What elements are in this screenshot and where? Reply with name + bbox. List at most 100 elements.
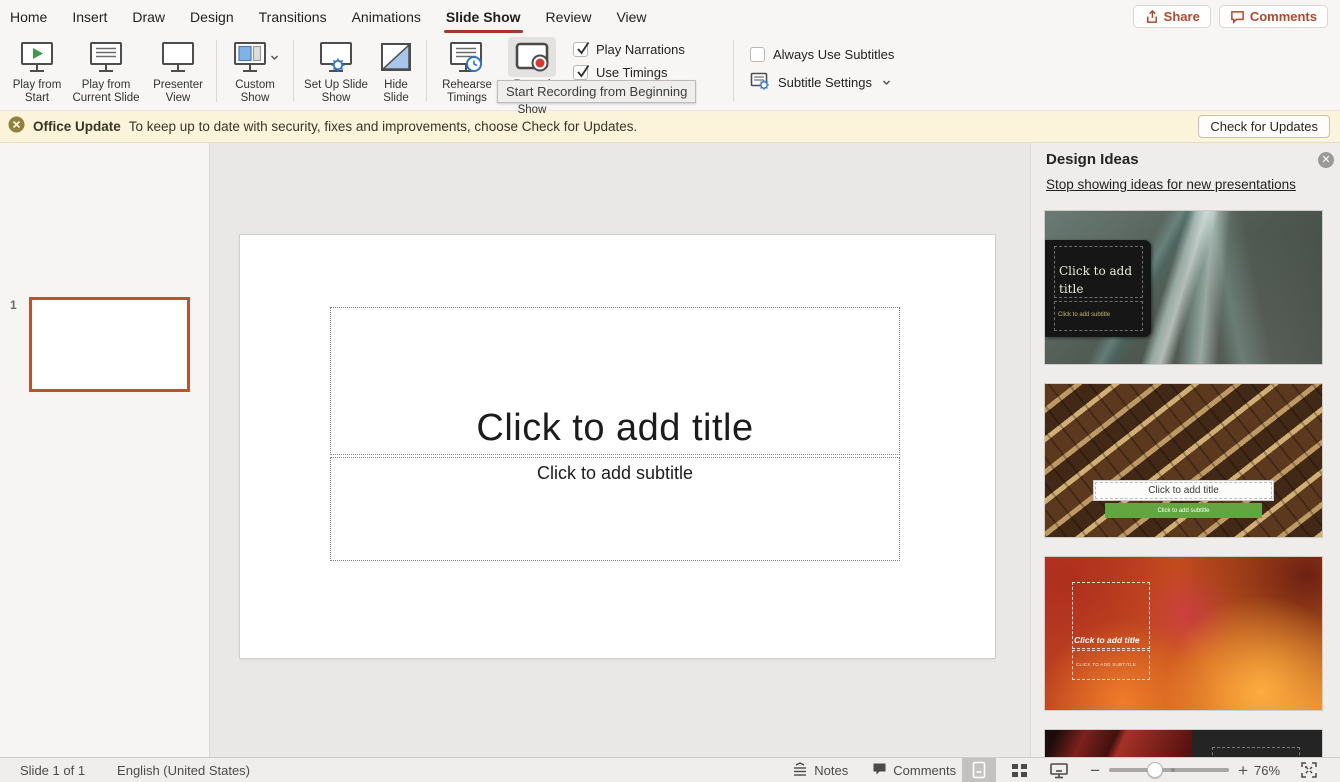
office-update-banner: Office Update To keep up to date with se…: [0, 110, 1340, 143]
hide-slide-icon: [372, 37, 420, 77]
subtitle-settings-label: Subtitle Settings: [778, 75, 872, 90]
subtitle-settings-icon: [750, 72, 770, 93]
design-thumb-subtitle-text: Click to add subtitle: [1105, 503, 1262, 518]
comments-toggle-button[interactable]: Comments: [872, 762, 956, 779]
always-use-subtitles-label: Always Use Subtitles: [773, 47, 894, 62]
play-narrations-checkbox[interactable]: Play Narrations: [573, 42, 723, 57]
zoom-in-button[interactable]: +: [1238, 762, 1248, 779]
comments-icon: [872, 762, 887, 779]
zoom-slider[interactable]: [1109, 768, 1229, 772]
title-placeholder[interactable]: Click to add title: [330, 307, 900, 455]
record-slide-show-button[interactable]: Record Slide Show: [504, 37, 560, 117]
design-thumb-subtitle-text: Click to add subtitle: [1058, 312, 1110, 318]
play-from-current-slide-icon: [82, 37, 130, 77]
design-thumbnail-orange-bokeh[interactable]: Click to add title CLICK TO ADD SUBTITLE: [1044, 556, 1323, 711]
play-from-start-button[interactable]: Play from Start: [11, 37, 63, 104]
slide-indicator: Slide 1 of 1: [20, 763, 85, 778]
check-for-updates-button[interactable]: Check for Updates: [1198, 115, 1330, 138]
comments-button[interactable]: Comments: [1219, 5, 1328, 28]
title-placeholder-text: Click to add title: [476, 407, 753, 450]
design-thumbnail-dark-red-geometric[interactable]: [1044, 729, 1323, 757]
design-ideas-title: Design Ideas: [1046, 151, 1139, 168]
zoom-out-button[interactable]: −: [1090, 762, 1100, 779]
tab-design[interactable]: Design: [190, 0, 234, 33]
presenter-view-icon: [154, 37, 202, 77]
notes-button[interactable]: Notes: [792, 762, 848, 779]
tab-animations[interactable]: Animations: [352, 0, 421, 33]
design-thumb-title-text: Click to add title: [1074, 635, 1140, 645]
slide-1-thumbnail[interactable]: [29, 297, 190, 392]
comments-toggle-label: Comments: [893, 763, 956, 778]
slide-thumbnail-panel: 1: [0, 143, 210, 757]
tab-transitions[interactable]: Transitions: [259, 0, 327, 33]
ribbon-tabs: Home Insert Draw Design Transitions Anim…: [10, 0, 647, 33]
use-timings-checkbox[interactable]: Use Timings: [573, 65, 723, 80]
stop-showing-ideas-link[interactable]: Stop showing ideas for new presentations: [1046, 177, 1296, 192]
share-icon: [1144, 9, 1159, 24]
tab-review[interactable]: Review: [546, 0, 592, 33]
normal-view-icon: [970, 761, 988, 779]
share-label: Share: [1164, 9, 1200, 24]
ribbon-separator: [733, 40, 734, 102]
hide-slide-button[interactable]: Hide Slide: [375, 37, 417, 104]
rehearse-timings-label: Rehearse Timings: [436, 79, 498, 104]
design-thumb-title-text: Click to add title: [1093, 480, 1274, 501]
design-thumb-title-box: [1212, 747, 1300, 757]
share-button[interactable]: Share: [1133, 5, 1211, 28]
subtitle-settings-button[interactable]: Subtitle Settings: [750, 72, 920, 93]
rehearse-timings-icon: [442, 37, 492, 77]
presenter-view-button[interactable]: Presenter View: [149, 37, 207, 104]
zoom-slider-knob[interactable]: [1147, 762, 1163, 778]
design-thumbnail-text-panel: Click to add title Click to add subtitle: [1045, 240, 1151, 337]
slideshow-view-icon: [1049, 762, 1069, 779]
design-thumb-title-text: Click to add title: [1059, 264, 1132, 296]
banner-title: Office Update: [33, 119, 121, 134]
custom-show-button[interactable]: Custom Show: [226, 37, 284, 104]
language-indicator[interactable]: English (United States): [117, 763, 250, 778]
slide-sorter-icon: [1011, 762, 1028, 779]
comments-label: Comments: [1250, 9, 1317, 24]
ribbon-separator: [216, 40, 217, 102]
tab-home[interactable]: Home: [10, 0, 47, 33]
tab-slide-show[interactable]: Slide Show: [446, 0, 521, 33]
play-narrations-label: Play Narrations: [596, 42, 685, 57]
design-thumbnail-wood-maze[interactable]: Click to add title Click to add subtitle: [1044, 383, 1323, 538]
notes-label: Notes: [814, 763, 848, 778]
ribbon-separator: [426, 40, 427, 102]
play-from-start-label: Play from Start: [11, 79, 63, 104]
tab-view[interactable]: View: [616, 0, 646, 33]
normal-view-button[interactable]: [962, 758, 996, 782]
subtitle-placeholder[interactable]: Click to add subtitle: [330, 457, 900, 561]
set-up-slide-show-label: Set Up Slide Show: [303, 79, 369, 104]
subtitle-placeholder-text: Click to add subtitle: [537, 463, 693, 560]
tab-draw[interactable]: Draw: [132, 0, 165, 33]
ribbon-tab-bar: Home Insert Draw Design Transitions Anim…: [0, 0, 1340, 33]
always-use-subtitles-checkbox[interactable]: Always Use Subtitles: [750, 47, 920, 62]
rehearse-timings-button[interactable]: Rehearse Timings: [436, 37, 498, 104]
notes-icon: [792, 762, 808, 779]
slide-sorter-view-button[interactable]: [1002, 758, 1036, 782]
custom-show-label: Custom Show: [226, 79, 284, 104]
slideshow-view-button[interactable]: [1042, 758, 1076, 782]
fit-to-window-button[interactable]: [1292, 758, 1326, 782]
slide-editing-area: Click to add title Click to add subtitle: [210, 143, 1030, 757]
checkbox-unchecked-icon: [750, 47, 765, 62]
banner-dismiss-icon[interactable]: [8, 116, 25, 138]
presenter-view-label: Presenter View: [149, 79, 207, 104]
play-from-current-slide-label: Play from Current Slide: [69, 79, 143, 104]
use-timings-label: Use Timings: [596, 65, 668, 80]
play-from-current-slide-button[interactable]: Play from Current Slide: [69, 37, 143, 104]
slide-canvas[interactable]: Click to add title Click to add subtitle: [240, 235, 995, 658]
close-icon[interactable]: ✕: [1318, 152, 1334, 168]
chevron-down-icon: [882, 79, 891, 86]
set-up-slide-show-icon: [312, 37, 360, 77]
record-tooltip: Start Recording from Beginning: [497, 80, 696, 103]
fit-to-window-icon: [1300, 761, 1318, 779]
checkbox-checked-icon: [573, 65, 588, 80]
zoom-percent[interactable]: 76%: [1248, 763, 1286, 778]
ribbon-separator: [293, 40, 294, 102]
tab-insert[interactable]: Insert: [72, 0, 107, 33]
set-up-slide-show-button[interactable]: Set Up Slide Show: [303, 37, 369, 104]
design-thumbnail-dark-teal-abstract[interactable]: Click to add title Click to add subtitle: [1044, 210, 1323, 365]
design-ideas-panel: Design Ideas ✕ Stop showing ideas for ne…: [1030, 143, 1340, 757]
